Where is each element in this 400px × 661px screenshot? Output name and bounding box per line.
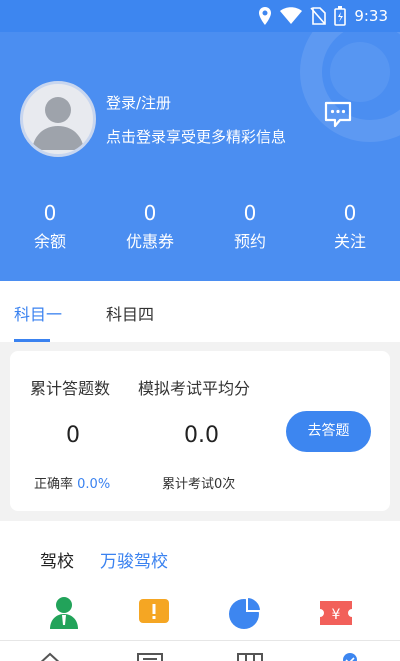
status-time: 9:33 — [354, 7, 388, 25]
stat-value: 0 — [143, 201, 157, 225]
stat-label: 余额 — [33, 232, 66, 251]
document-icon[interactable] — [135, 651, 165, 661]
status-bar: 9:33 — [0, 0, 400, 32]
accuracy-label: 正确率 — [34, 477, 74, 492]
home-icon[interactable] — [35, 651, 65, 661]
coach-icon[interactable] — [46, 595, 82, 631]
notice-icon[interactable] — [136, 595, 172, 631]
stat-label: 关注 — [333, 232, 366, 251]
tab-subject-four[interactable]: 科目四 — [106, 301, 154, 325]
grid-icon[interactable] — [235, 651, 265, 661]
location-icon — [259, 7, 272, 25]
stat-label: 优惠券 — [125, 232, 174, 251]
accuracy-text: 正确率 0.0% — [34, 473, 110, 492]
stat-follows[interactable]: 0 关注 — [300, 200, 400, 254]
stat-value: 0 — [243, 201, 257, 225]
battery-icon — [334, 6, 347, 26]
pie-chart-icon[interactable] — [227, 595, 263, 631]
mock-average-label: 模拟考试平均分 — [138, 379, 251, 398]
stat-value: 0 — [343, 201, 357, 225]
total-answers-label: 累计答题数 — [30, 379, 111, 398]
quiz-summary-card: 累计答题数 模拟考试平均分 0 0.0 正确率 0.0% 累计考试0次 去答题 — [10, 351, 390, 511]
school-label: 驾校 — [40, 552, 74, 572]
stat-label: 预约 — [233, 232, 266, 251]
stat-value: 0 — [43, 201, 57, 225]
stat-balance[interactable]: 0 余额 — [0, 200, 100, 254]
profile-header: 登录/注册 点击登录享受更多精彩信息 0 余额 0 优惠券 0 预约 0 关注 — [0, 32, 400, 281]
bottom-navigation — [0, 640, 400, 661]
message-icon — [324, 101, 352, 128]
wifi-icon — [280, 7, 303, 24]
no-sim-icon — [310, 7, 327, 25]
total-answers-value: 0 — [66, 423, 80, 448]
login-subtitle: 点击登录享受更多精彩信息 — [106, 128, 287, 146]
profile-icon[interactable] — [335, 651, 365, 661]
login-register-link[interactable]: 登录/注册 — [106, 92, 171, 113]
school-name-link[interactable]: 万骏驾校 — [100, 547, 168, 572]
ticket-icon[interactable]: ¥ — [318, 595, 354, 631]
exam-count-prefix: 累计考试 — [162, 477, 215, 492]
active-tab-indicator — [14, 339, 50, 342]
exam-count-text: 累计考试0次 — [162, 473, 235, 492]
start-answering-button[interactable]: 去答题 — [286, 411, 371, 452]
message-button[interactable] — [323, 100, 353, 130]
mock-average-value: 0.0 — [184, 423, 219, 448]
stat-coupons[interactable]: 0 优惠券 — [100, 200, 200, 254]
stats-row: 0 余额 0 优惠券 0 预约 0 关注 — [0, 200, 400, 254]
tab-subject-one[interactable]: 科目一 — [14, 301, 62, 325]
avatar-placeholder-icon — [32, 97, 84, 150]
feature-icons-row: ¥ — [0, 595, 400, 635]
header-decoration-small — [330, 42, 390, 102]
status-icons: 9:33 — [258, 6, 388, 26]
svg-text:¥: ¥ — [332, 607, 341, 623]
subject-tabs: 科目一 科目四 — [0, 281, 400, 342]
stat-appointments[interactable]: 0 预约 — [200, 200, 300, 254]
avatar[interactable] — [20, 81, 96, 157]
exam-count-suffix: 次 — [222, 477, 236, 492]
accuracy-value: 0.0% — [77, 477, 111, 492]
